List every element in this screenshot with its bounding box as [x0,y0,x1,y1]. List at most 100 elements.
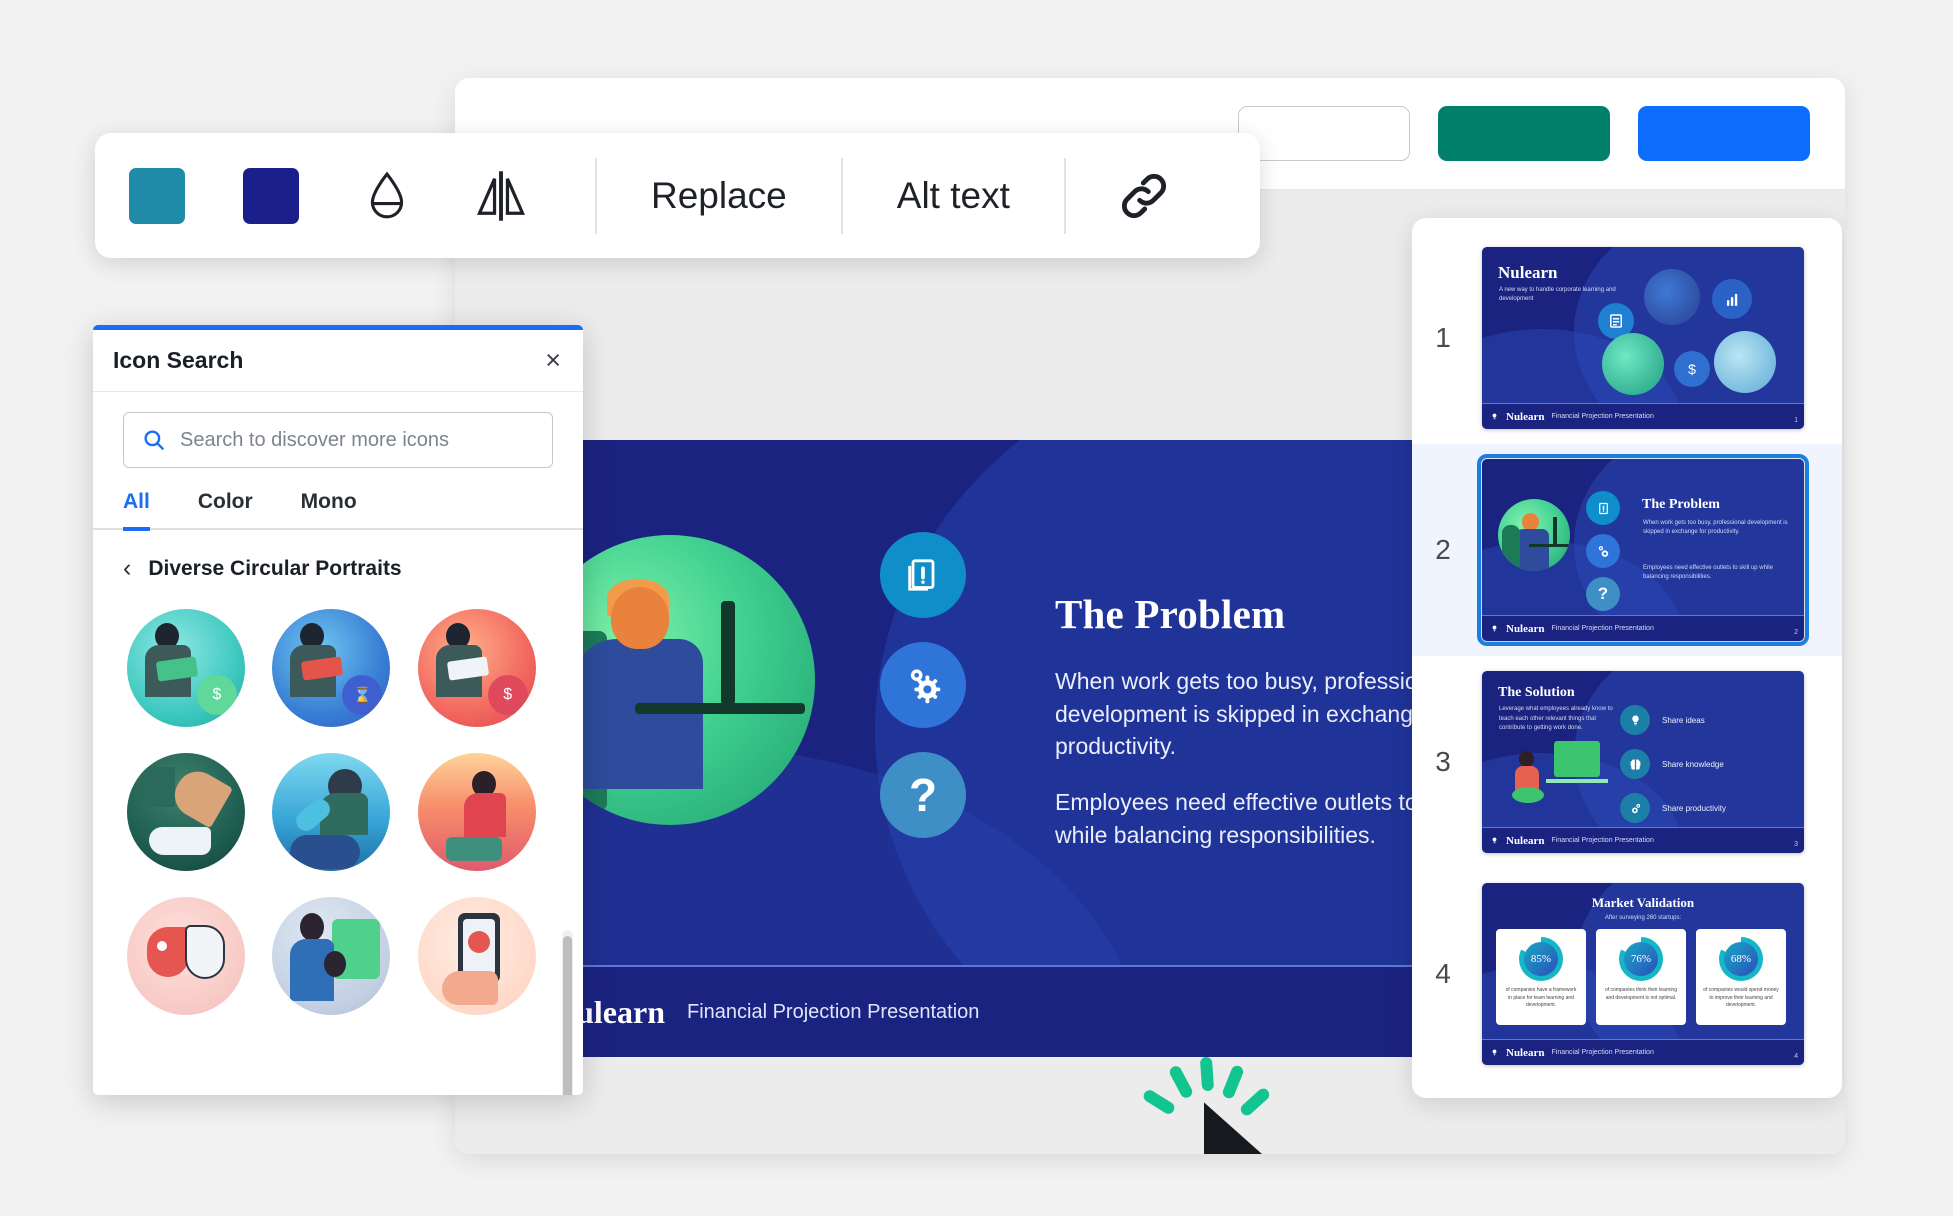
thumb-brand-sub: Financial Projection Presentation [1551,837,1654,844]
lightbulb-icon [1492,1049,1497,1056]
thumb-feature-label: Share ideas [1662,715,1705,725]
click-ray [1141,1087,1177,1117]
question-mark-icon[interactable]: ? [880,752,966,838]
thumb-illustration-b [1602,333,1664,395]
breadcrumb-label: Diverse Circular Portraits [148,556,402,580]
portrait-teal-pencil-money[interactable]: $ [127,609,245,727]
portrait-sneaker-city[interactable] [127,753,245,871]
thumb-page-number: 3 [1794,841,1798,848]
click-ray [1167,1064,1195,1100]
stat-value: 76% [1624,942,1658,976]
thumb-feature-label: Share productivity [1662,803,1727,813]
thumb-illustration [1498,499,1570,571]
link-icon[interactable] [1114,167,1174,225]
panel-scrollbar[interactable] [562,930,573,1095]
chevron-left-icon[interactable]: ‹ [123,554,131,583]
toolbar-divider [840,157,843,234]
thumb-brand-sub: Financial Projection Presentation [1551,1049,1654,1056]
thumb-illustration-a [1644,269,1700,325]
thumb-stat-cards: 85% of companies have a framework in pla… [1496,929,1786,1025]
progress-ring: 85% [1519,937,1563,981]
stat-text: of companies think their learning and de… [1605,987,1677,1001]
portrait-couple-green[interactable] [272,897,391,1015]
slide-thumbnail-row-2[interactable]: 2 ? The Problem When work gets too busy,… [1412,444,1842,656]
present-button[interactable] [1238,106,1410,161]
icon-search-panel[interactable]: Icon Search × All Color Mono ‹ Diverse C… [93,325,583,1095]
slide-icon-column: ? [880,532,966,838]
stat-text: of companies have a framework in place f… [1505,987,1577,1008]
progress-ring: 68% [1719,937,1763,981]
question-mark-icon: ? [1586,577,1620,611]
lightbulb-icon [1492,413,1497,420]
thumb-brand-sub: Financial Projection Presentation [1551,625,1654,632]
download-button[interactable] [1638,106,1810,161]
opacity-droplet-icon[interactable] [357,168,417,224]
thumb-icon-chart [1712,279,1752,319]
thumb-desk [1546,779,1608,783]
portrait-coral-pencil-dollar[interactable]: $ [417,609,536,727]
thumb-brand: Nulearn [1506,622,1545,635]
thumb-page-number: 4 [1794,1053,1798,1060]
portrait-hand-phone[interactable] [417,897,536,1015]
lightbulb-icon [1492,837,1497,844]
scrollbar-thumb[interactable] [563,936,572,1095]
slide-thumbnail-4[interactable]: Market Validation After surveying 260 st… [1482,883,1804,1065]
brain-icon [1620,749,1650,779]
alert-document-icon[interactable] [880,532,966,618]
slide-thumbnail-row-4[interactable]: 4 Market Validation After surveying 260 … [1412,868,1842,1080]
thumb-page-number: 1 [1794,417,1798,424]
tab-mono[interactable]: Mono [301,490,357,531]
presentation-subtitle: Financial Projection Presentation [687,1000,980,1023]
thumb-footer: Nulearn Financial Projection Presentatio… [1482,827,1804,853]
progress-ring: 76% [1619,937,1663,981]
search-input[interactable] [180,428,535,452]
panel-title: Icon Search [113,347,244,373]
portrait-blue-pencil-hourglass[interactable]: ⌛ [272,609,391,727]
gears-icon [1620,793,1650,823]
share-button[interactable] [1438,106,1610,161]
search-field[interactable] [123,412,553,468]
alert-document-icon [1586,491,1620,525]
lightbulb-icon [1492,625,1497,632]
thumb-feature-row: Share knowledge [1620,749,1724,779]
gears-icon[interactable] [880,642,966,728]
thumb-title: Nulearn [1498,263,1558,282]
close-icon[interactable]: × [545,347,561,374]
tab-all[interactable]: All [123,490,150,531]
slide-thumbnail-2[interactable]: ? The Problem When work gets too busy, p… [1477,454,1809,646]
flip-horizontal-icon[interactable] [471,167,531,225]
thumb-subtitle: After surveying 260 startups: [1604,915,1682,921]
alt-text-button[interactable]: Alt text [853,175,1054,217]
portrait-face-heart[interactable] [127,897,245,1015]
thumb-brand: Nulearn [1506,834,1545,847]
slide-thumbnail-rail[interactable]: 1 Nulearn A new way to handle corporate … [1412,218,1842,1098]
thumb-feature-row: Share productivity [1620,793,1726,823]
thumb-feature-row: Share ideas [1620,705,1705,735]
thumb-page-number: 2 [1794,629,1798,636]
slide-thumbnail-3[interactable]: The Solution Leverage what employees alr… [1482,671,1804,853]
slide-thumbnail-1[interactable]: Nulearn A new way to handle corporate le… [1482,247,1804,429]
portrait-woman-sunset[interactable] [417,753,536,871]
thumb-illustration-c [1714,331,1776,393]
illustration-desk [635,703,805,714]
screen: ? The Problem When work gets too busy, p… [0,0,1953,1216]
slide-thumbnail-row-1[interactable]: 1 Nulearn A new way to handle corporate … [1412,232,1842,444]
portrait-beard-sky[interactable] [272,753,391,871]
thumb-brand-sub: Financial Projection Presentation [1551,413,1654,420]
slide-thumbnail-row-3[interactable]: 3 The Solution Leverage what employees a… [1412,656,1842,868]
replace-button[interactable]: Replace [607,175,831,217]
color-swatch-navy[interactable] [243,167,299,224]
slide-number: 3 [1435,746,1451,777]
breadcrumb: ‹ Diverse Circular Portraits [93,530,583,599]
color-swatch-teal[interactable] [129,167,185,224]
thumb-footer: Nulearn Financial Projection Presentatio… [1482,615,1804,641]
tab-color[interactable]: Color [198,490,253,531]
search-icon [144,430,164,450]
thumb-title: Market Validation [1591,895,1695,910]
thumb-paragraph-1: Leverage what employees already know to … [1499,706,1613,732]
stat-value: 85% [1524,942,1558,976]
image-format-toolbar[interactable]: Replace Alt text [95,133,1260,258]
thumb-feature-label: Share knowledge [1662,759,1724,769]
gears-icon [1586,534,1620,568]
click-ray [1221,1063,1245,1101]
